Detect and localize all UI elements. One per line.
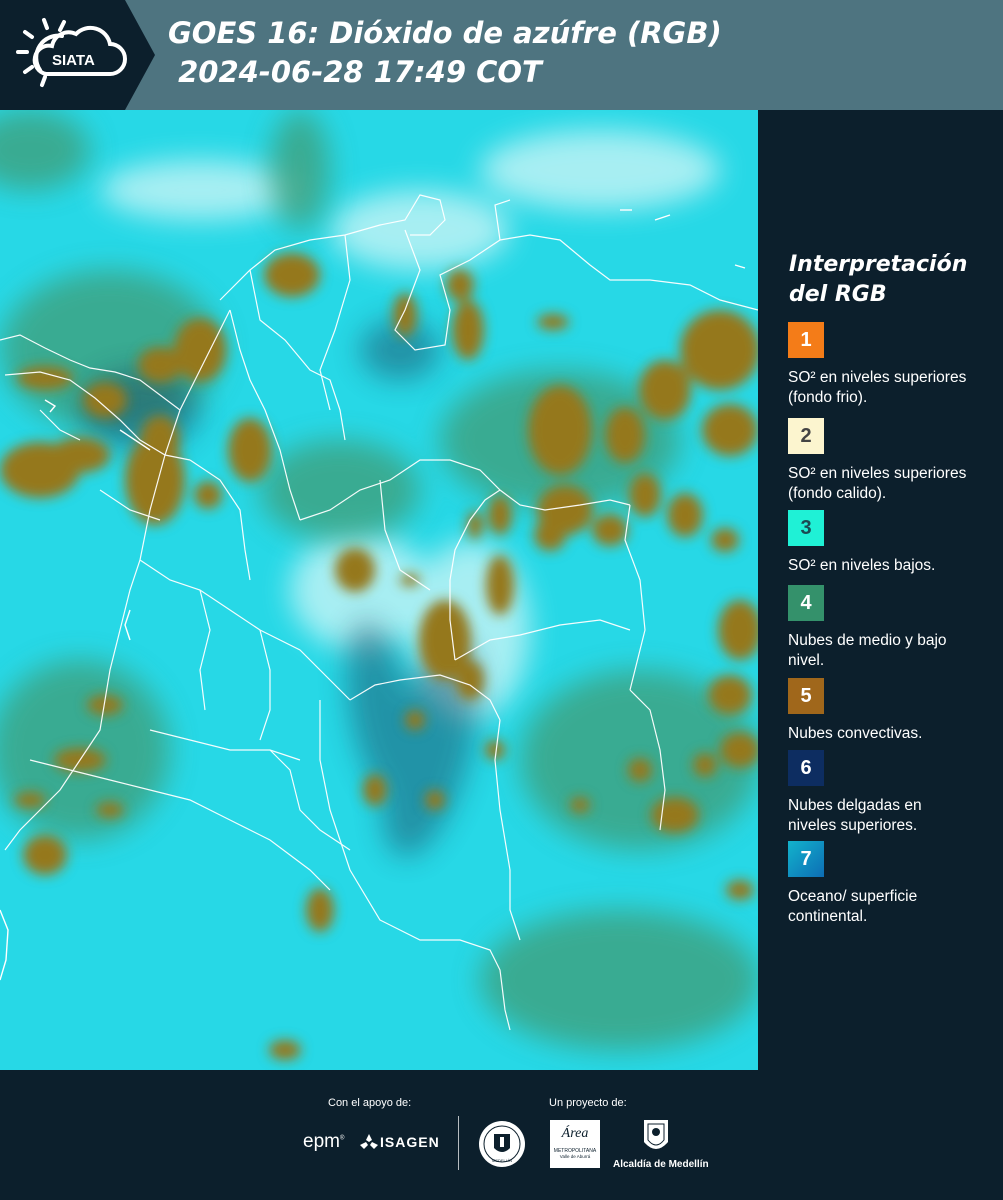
legend-item-6: 6 Nubes delgadas en niveles superiores. [788,750,998,836]
title-line-2: 2024-06-28 17:49 COT [168,55,542,89]
legend-panel: Interpretación del RGB 1 SO² en niveles … [758,110,1003,1070]
page-title: GOES 16: Dióxido de azúfre (RGB) 2024-06… [168,14,722,92]
legend-desc-1: SO² en niveles superiores (fondo frio). [788,369,967,406]
legend-item-3: 3 SO² en niveles bajos. [788,510,998,576]
medellin-seal-icon: MEDELLÍN [479,1121,525,1167]
legend-item-1: 1 SO² en niveles superiores (fondo frio)… [788,322,998,408]
legend-swatch-4: 4 [788,585,824,621]
legend-desc-5: Nubes convectivas. [788,725,923,742]
legend-swatch-3: 3 [788,510,824,546]
satellite-image [0,110,758,1070]
alcaldia-shield-icon [644,1120,668,1149]
legend-swatch-7: 7 [788,841,824,877]
area-logo-line2: Valle de Aburrá [559,1154,591,1159]
area-logo-name: Área [561,1126,589,1141]
legend-swatch-1: 1 [788,322,824,358]
legend-desc-3: SO² en niveles bajos. [788,557,936,574]
legend-swatch-2: 2 [788,418,824,454]
header-bar: SIATA GOES 16: Dióxido de azúfre (RGB) 2… [0,0,1003,110]
area-metropolitana-logo: Área METROPOLITANA Valle de Aburrá [550,1120,600,1168]
title-line-1: GOES 16: Dióxido de azúfre (RGB) [168,16,722,50]
alcaldia-label: Alcaldía de Medellín [613,1159,709,1170]
legend-item-2: 2 SO² en niveles superiores (fondo calid… [788,418,998,506]
epm-logo-text: epm [303,1131,340,1152]
medellin-seal-text: MEDELLÍN [492,1158,512,1163]
support-label: Con el apoyo de: [328,1097,412,1109]
legend-item-7: 7 Oceano/ superficie continental. [788,841,998,927]
footer-divider [458,1116,459,1170]
legend-desc-2: SO² en niveles superiores (fondo calido)… [788,465,967,502]
legend-swatch-6: 6 [788,750,824,786]
legend-item-5: 5 Nubes convectivas. [788,678,998,744]
siata-logo: SIATA [16,18,127,87]
siata-logo-text: SIATA [52,52,95,69]
isagen-logo: ISAGEN [380,1134,440,1150]
legend-swatch-5: 5 [788,678,824,714]
footer: Con el apoyo de: Un proyecto de: epm® IS… [0,1070,1003,1200]
legend-item-4: 4 Nubes de medio y bajo nivel. [788,585,998,671]
project-label: Un proyecto de: [549,1097,627,1109]
legend-desc-6: Nubes delgadas en niveles superiores. [788,797,922,834]
epm-logo: epm® [303,1131,345,1152]
legend-desc-4: Nubes de medio y bajo nivel. [788,632,947,669]
legend-title: Interpretación del RGB [789,252,968,307]
satellite-map[interactable] [0,110,758,1070]
legend-desc-7: Oceano/ superficie continental. [788,888,918,925]
isagen-icon [360,1134,378,1149]
